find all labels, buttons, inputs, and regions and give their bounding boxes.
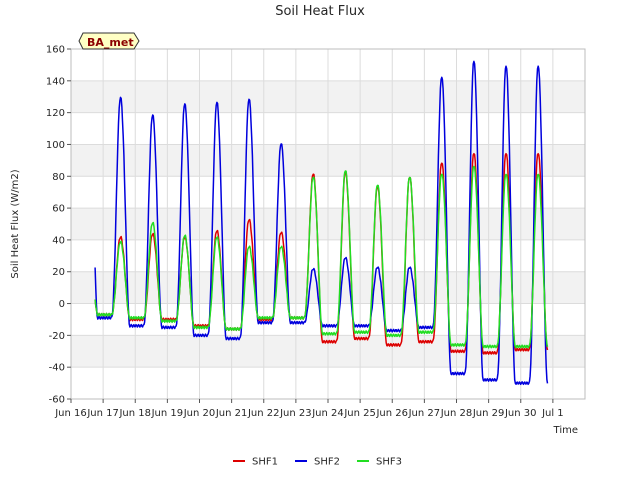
site-badge: BA_met — [78, 32, 140, 50]
legend: SHF1 SHF2 SHF3 — [233, 457, 402, 468]
chart-title: Soil Heat Flux — [275, 4, 365, 19]
x-tick-label: Jun 24 — [311, 408, 344, 419]
x-tick-label: Jun 20 — [183, 408, 216, 419]
x-tick-label: Jun 23 — [279, 408, 312, 419]
y-tick-label: -20 — [49, 331, 65, 342]
y-tick-label: 140 — [46, 76, 65, 87]
y-tick-label: -40 — [49, 363, 65, 374]
y-tick-label: 100 — [46, 140, 65, 151]
x-tick-label: Jun 28 — [440, 408, 473, 419]
x-tick-label: Jun 21 — [215, 408, 248, 419]
x-axis-ticks: Jun 16 Jun 17 Jun 18 Jun 19 Jun 20 Jun 21 Jun … — [54, 399, 564, 419]
x-tick-label: Jun 22 — [247, 408, 280, 419]
x-tick-label: Jun 19 — [151, 408, 184, 419]
x-tick-label: Jul 1 — [541, 408, 564, 419]
y-tick-label: 160 — [46, 45, 65, 56]
x-axis-label: Time — [553, 425, 578, 436]
x-tick-label: Jun 29 — [472, 408, 505, 419]
y-axis-label: Soil Heat Flux (W/m2) — [10, 169, 21, 278]
y-axis-ticks: -60 -40 -20 0 20 40 60 80 100 120 140 160 — [46, 45, 71, 406]
x-tick-label: Jun 16 — [54, 408, 87, 419]
x-tick-label: Jun 25 — [343, 408, 376, 419]
soil-heat-flux-chart: -60-40-20020406080100120140160 Jun 16 Jun… — [10, 4, 586, 468]
x-tick-label: Jun 27 — [408, 408, 441, 419]
legend-label-shf1: SHF1 — [252, 457, 278, 468]
y-tick-label: 0 — [59, 299, 65, 310]
y-tick-label: 20 — [52, 267, 65, 278]
y-tick-label: 120 — [46, 108, 65, 119]
x-tick-label: Jun 18 — [118, 408, 151, 419]
y-tick-label: 60 — [52, 204, 65, 215]
site-badge-label: BA_met — [87, 36, 134, 49]
y-tick-label: -60 — [49, 395, 65, 406]
y-tick-label: 40 — [52, 235, 65, 246]
x-tick-label: Jun 26 — [375, 408, 408, 419]
legend-label-shf3: SHF3 — [376, 457, 402, 468]
legend-label-shf2: SHF2 — [314, 457, 340, 468]
x-tick-label: Jun 30 — [504, 408, 537, 419]
y-tick-label: 80 — [52, 172, 65, 183]
x-tick-label: Jun 17 — [86, 408, 119, 419]
